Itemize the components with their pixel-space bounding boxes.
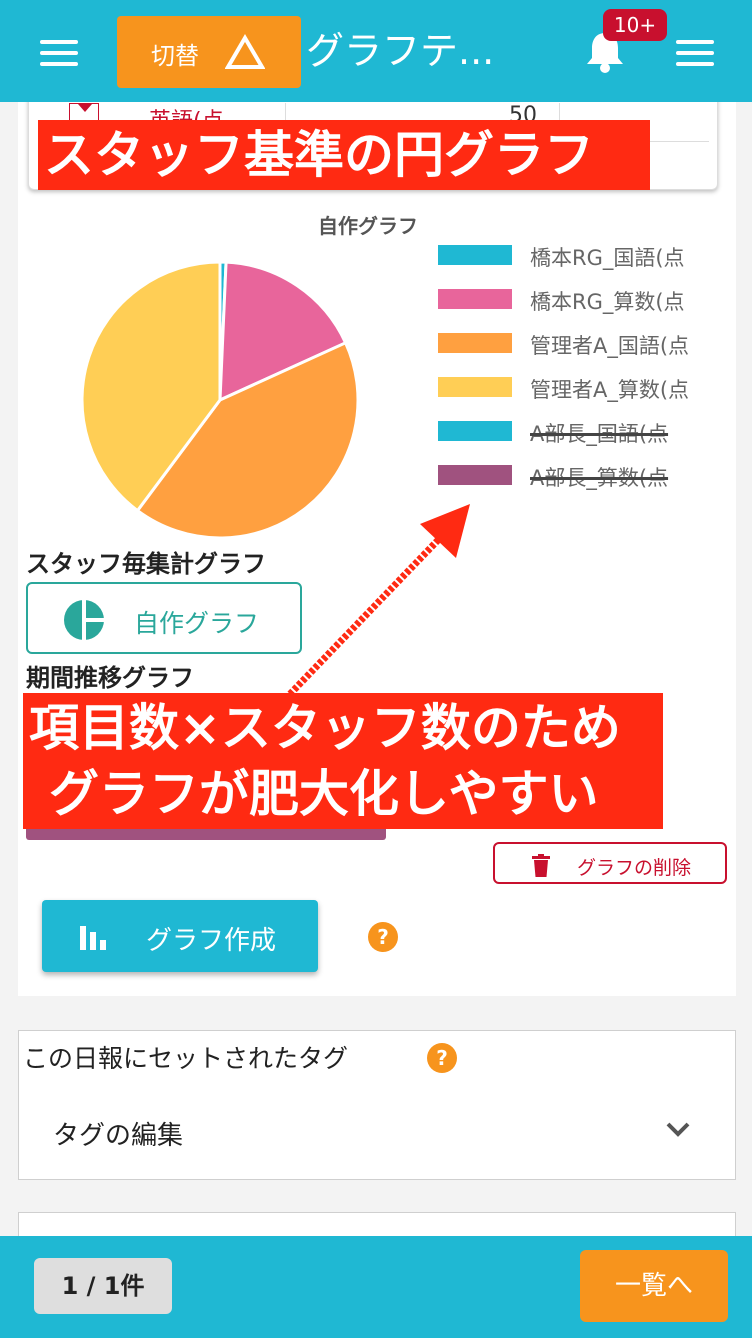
staff-graph-label: スタッフ毎集計グラフ [26, 550, 266, 578]
custom-graph-button-label: 自作グラフ [134, 609, 260, 638]
switch-button-label: 切替 [151, 42, 199, 70]
tag-card-title: この日報にセットされたタグ [23, 1044, 349, 1073]
annotation-line: 項目数×スタッフ数のため [29, 699, 621, 757]
period-graph-label: 期間推移グラフ [26, 664, 194, 692]
legend-swatch [438, 465, 512, 485]
create-graph-label: グラフ作成 [146, 926, 277, 956]
help-icon[interactable]: ? [368, 922, 398, 952]
page-count: 1 / 1件 [34, 1258, 172, 1314]
switch-button[interactable]: 切替 [117, 16, 301, 88]
help-icon[interactable]: ? [427, 1043, 457, 1073]
chart-title: 自作グラフ [318, 214, 418, 238]
menu-icon[interactable] [40, 40, 78, 66]
pie-chart-icon [64, 600, 104, 640]
top-app-bar: 切替 グラフテ... 10+ [0, 0, 752, 102]
legend-label: 管理者A_算数(点 [530, 378, 690, 402]
legend-swatch [438, 377, 512, 397]
page-title: グラフテ... [306, 29, 495, 73]
legend-label: 管理者A_国語(点 [530, 334, 690, 358]
create-graph-button[interactable]: グラフ作成 [42, 900, 318, 972]
annotation-banner: スタッフ基準の円グラフ [38, 120, 650, 190]
notification-badge: 10+ [603, 9, 667, 41]
legend-swatch [438, 333, 512, 353]
trash-icon [532, 854, 550, 877]
legend-label: 橋本RG_算数(点 [530, 290, 685, 314]
custom-graph-button[interactable]: 自作グラフ [26, 582, 302, 654]
legend-swatch [438, 245, 512, 265]
caret-down-icon [78, 104, 92, 112]
bottom-bar: 1 / 1件 一覧へ [0, 1236, 752, 1338]
annotation-banner-bottom: 項目数×スタッフ数のため グラフが肥大化しやすい [23, 693, 663, 829]
chevron-down-icon[interactable] [665, 1121, 691, 1139]
more-menu-icon[interactable] [676, 40, 714, 66]
legend-label: A部長_国語(点 [530, 422, 669, 446]
delete-graph-button[interactable]: グラフの削除 [493, 842, 727, 884]
delete-graph-label: グラフの削除 [577, 857, 692, 879]
legend-swatch [438, 421, 512, 441]
legend-swatch [438, 289, 512, 309]
annotation-line: グラフが肥大化しやすい [49, 765, 599, 823]
bar-chart-icon [80, 926, 106, 950]
tag-edit-toggle[interactable]: タグの編集 [53, 1115, 183, 1152]
tag-card: この日報にセットされたタグ ? タグの編集 [18, 1030, 736, 1180]
triangle-icon [225, 34, 265, 69]
legend-label: A部長_算数(点 [530, 466, 669, 490]
legend-label: 橋本RG_国語(点 [530, 246, 685, 270]
list-button[interactable]: 一覧へ [580, 1250, 728, 1322]
arrow-icon [287, 504, 470, 697]
